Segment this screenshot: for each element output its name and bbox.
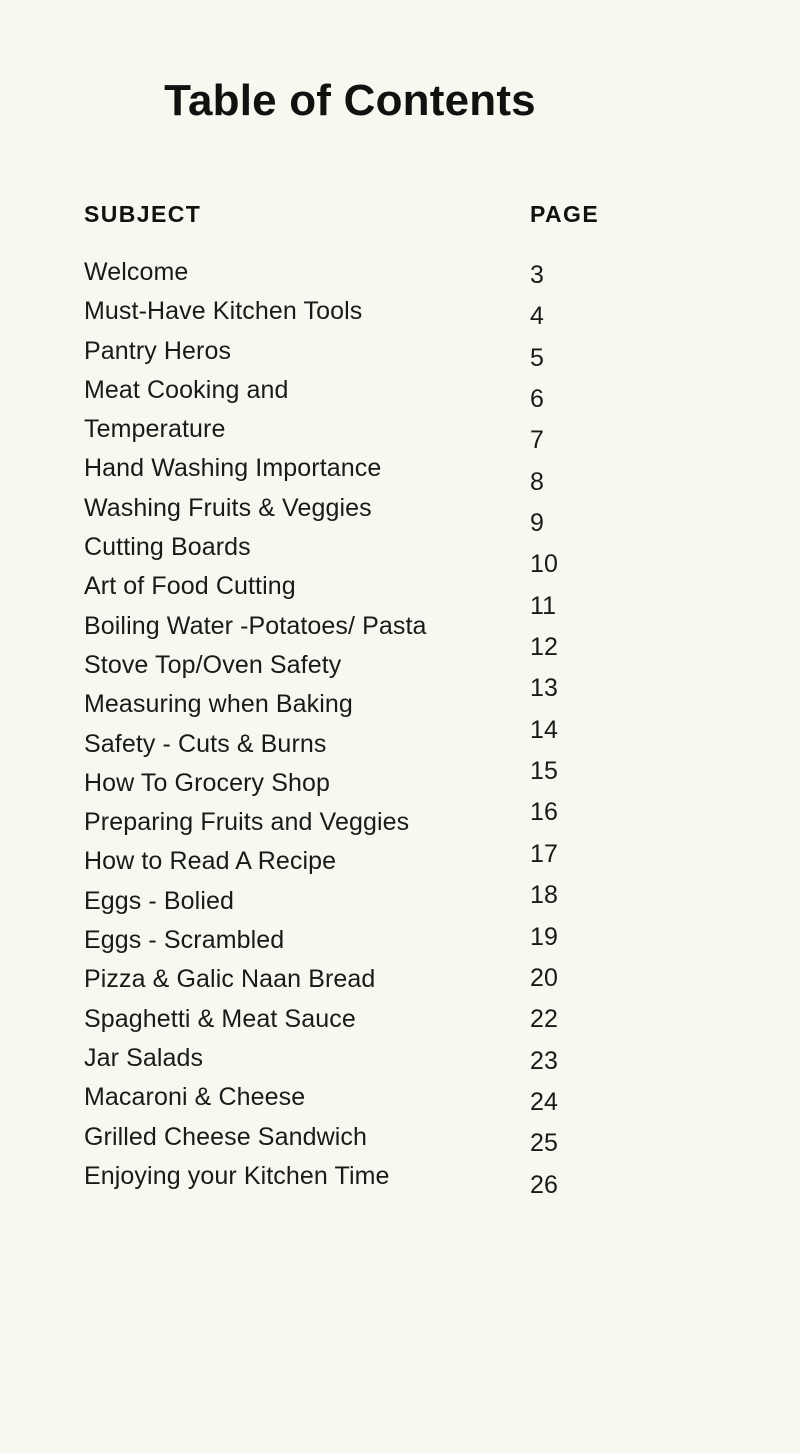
toc-entry-page-number[interactable]: 5 [530,338,650,379]
toc-entry-page-number[interactable]: 7 [530,420,650,461]
page-title: Table of Contents [164,76,536,125]
toc-entry-subject[interactable]: Eggs - Scrambled [84,921,514,960]
toc-entry-page-number[interactable]: 22 [530,999,650,1040]
toc-entry-subject[interactable]: How to Read A Recipe [84,842,514,881]
toc-entry-page-number[interactable]: 11 [530,586,650,627]
toc-entry-page-number[interactable]: 25 [530,1123,650,1164]
toc-entry-page-number[interactable]: 6 [530,379,650,420]
toc-entry-page-number[interactable]: 3 [530,255,650,296]
toc-entry-page-number[interactable]: 16 [530,792,650,833]
toc-entry-page-number[interactable]: 14 [530,710,650,751]
toc-entry-subject[interactable]: Grilled Cheese Sandwich [84,1118,514,1157]
toc-entry-subject[interactable]: Eggs - Bolied [84,882,514,921]
toc-entry-page-number[interactable]: 12 [530,627,650,668]
column-header-subject: SUBJECT [84,201,202,227]
toc-entry-subject[interactable]: Stove Top/Oven Safety [84,646,514,685]
toc-entry-subject[interactable]: Cutting Boards [84,528,514,567]
toc-entry-subject[interactable]: Spaghetti & Meat Sauce [84,1000,514,1039]
toc-entry-page-number[interactable]: 17 [530,834,650,875]
toc-entry-subject[interactable]: Welcome [84,253,514,292]
toc-entry-page-number[interactable]: 4 [530,296,650,337]
toc-entry-subject[interactable]: Hand Washing Importance [84,449,514,488]
toc-entry-subject[interactable]: Pizza & Galic Naan Bread [84,960,514,999]
toc-entry-page-number[interactable]: 23 [530,1041,650,1082]
toc-entry-subject[interactable]: Must-Have Kitchen Tools [84,292,514,331]
toc-entry-subject[interactable]: Preparing Fruits and Veggies [84,803,514,842]
toc-entry-subject[interactable]: Safety - Cuts & Burns [84,725,514,764]
toc-entry-subject[interactable]: Enjoying your Kitchen Time [84,1157,514,1196]
toc-entry-page-number[interactable]: 19 [530,917,650,958]
page-number-column: 3 4 5 6 7 8 9 10 11 12 13 14 15 16 17 18 19 20 22 23 24 25 26 [530,255,650,1206]
toc-entry-page-number[interactable]: 20 [530,958,650,999]
toc-entry-subject[interactable]: Art of Food Cutting [84,567,514,606]
toc-entry-page-number[interactable]: 8 [530,462,650,503]
toc-entry-subject[interactable]: Pantry Heros [84,332,514,371]
toc-entry-page-number[interactable]: 9 [530,503,650,544]
toc-entry-subject[interactable]: How To Grocery Shop [84,764,514,803]
toc-entry-page-number[interactable]: 26 [530,1165,650,1206]
toc-entry-page-number[interactable]: 24 [530,1082,650,1123]
toc-entry-subject[interactable]: Temperature [84,410,514,449]
toc-entry-page-number[interactable]: 15 [530,751,650,792]
toc-entry-subject[interactable]: Washing Fruits & Veggies [84,489,514,528]
toc-entry-page-number[interactable]: 10 [530,544,650,585]
toc-entry-page-number[interactable]: 13 [530,668,650,709]
toc-entry-subject[interactable]: Jar Salads [84,1039,514,1078]
subject-column: Welcome Must-Have Kitchen Tools Pantry Her… [84,253,514,1196]
table-of-contents-page: Table of Contents SUBJECT PAGE Welcome Mu… [0,0,800,1250]
toc-entry-subject[interactable]: Measuring when Baking [84,685,514,724]
toc-entry-subject[interactable]: Macaroni & Cheese [84,1078,514,1117]
toc-entry-page-number[interactable]: 18 [530,875,650,916]
toc-entry-subject[interactable]: Meat Cooking and [84,371,514,410]
toc-entry-subject[interactable]: Boiling Water -Potatoes/ Pasta [84,607,514,646]
